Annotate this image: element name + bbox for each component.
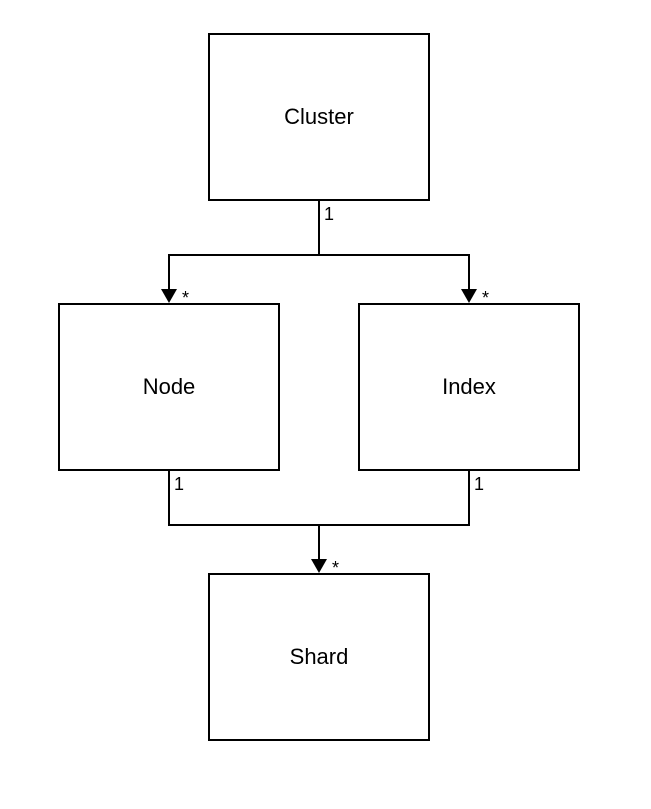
node-box: Node (58, 303, 280, 471)
arrow-node (161, 289, 177, 303)
connector-index-down (468, 471, 470, 525)
index-box: Index (358, 303, 580, 471)
connector-cluster-down (318, 201, 320, 255)
mult-node-one: 1 (174, 474, 184, 495)
connector-cluster-hbar (168, 254, 470, 256)
mult-index-many: * (482, 288, 489, 309)
connector-to-shard (318, 524, 320, 559)
connector-node-down (168, 471, 170, 525)
node-label: Node (143, 374, 196, 400)
cluster-box: Cluster (208, 33, 430, 201)
shard-label: Shard (290, 644, 349, 670)
arrow-shard (311, 559, 327, 573)
arrow-index (461, 289, 477, 303)
mult-index-one: 1 (474, 474, 484, 495)
connector-to-node (168, 254, 170, 289)
connector-to-index (468, 254, 470, 289)
cluster-label: Cluster (284, 104, 354, 130)
mult-shard-many: * (332, 558, 339, 579)
index-label: Index (442, 374, 496, 400)
shard-box: Shard (208, 573, 430, 741)
mult-cluster-one: 1 (324, 204, 334, 225)
mult-node-many: * (182, 288, 189, 309)
